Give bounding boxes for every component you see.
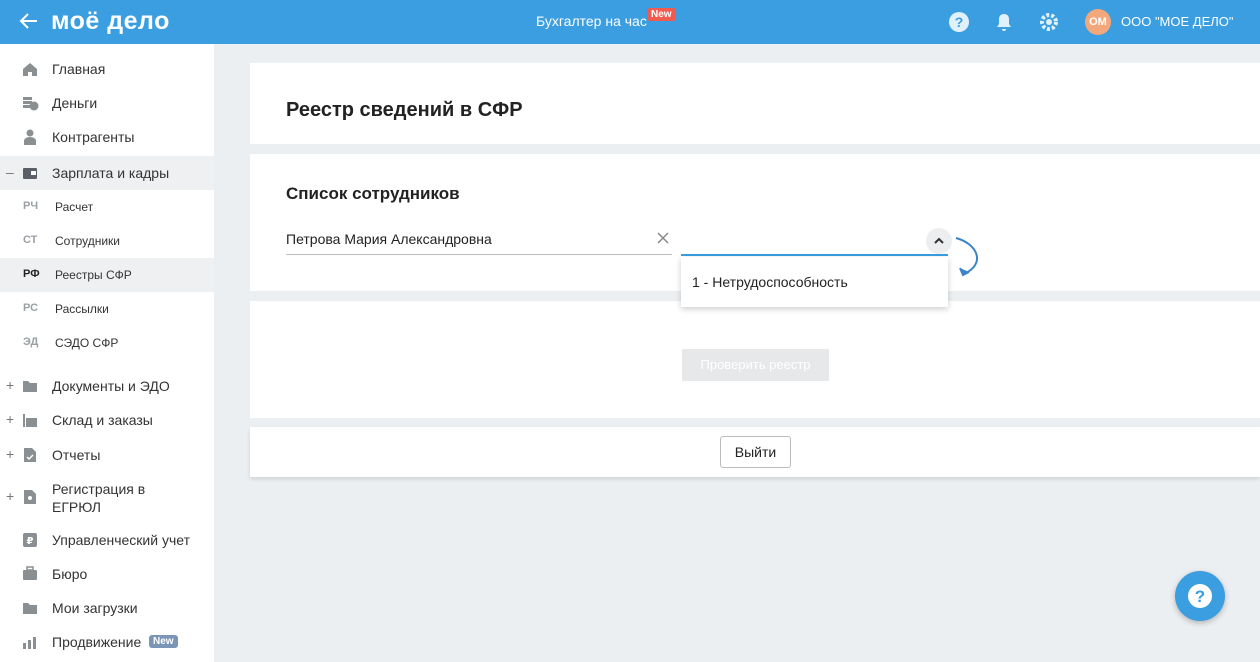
subitem-label: Сотрудники	[55, 234, 120, 248]
page-title: Реестр сведений в СФР	[286, 99, 523, 121]
new-badge: New	[149, 635, 178, 648]
exit-button[interactable]: Выйти	[720, 436, 791, 468]
sidebar-item-salary[interactable]: – Зарплата и кадры	[0, 156, 214, 190]
ruble-icon: ₽	[23, 533, 37, 547]
money-icon	[23, 97, 39, 111]
avatar[interactable]: ОМ	[1085, 9, 1111, 35]
sidebar-item-label: Главная	[52, 61, 106, 77]
subitem-abbr: СТ	[23, 234, 38, 246]
wallet-icon	[23, 168, 37, 179]
downloads-icon	[23, 603, 37, 614]
back-arrow-icon[interactable]	[17, 9, 41, 33]
company-name[interactable]: ООО "МОЕ ДЕЛО"	[1121, 14, 1234, 29]
subitem-abbr: РЧ	[23, 200, 39, 212]
sidebar-item-label: Мои загрузки	[52, 600, 138, 616]
logo[interactable]: моё дело	[51, 7, 170, 36]
sidebar-item-label: Зарплата и кадры	[52, 165, 170, 181]
svg-text:?: ?	[955, 14, 964, 30]
svg-text:₽: ₽	[27, 536, 34, 547]
employee-value: Петрова Мария Александровна	[286, 231, 492, 247]
sidebar-subitem-mailings[interactable]: РС Рассылки	[0, 292, 214, 326]
help-button[interactable]: ?	[1175, 571, 1225, 621]
section-title: Список сотрудников	[286, 184, 460, 203]
subitem-label: Реестры СФР	[55, 268, 132, 282]
report-icon	[24, 448, 36, 462]
promotion-icon	[23, 637, 36, 649]
curved-arrow-icon	[955, 237, 978, 277]
registration-icon	[24, 490, 36, 504]
sidebar-item-documents[interactable]: + Документы и ЭДО	[0, 369, 214, 403]
check-registry-button[interactable]: Проверить реестр	[682, 349, 829, 381]
dropdown-menu: 1 - Нетрудоспособность	[681, 257, 948, 307]
help-icon: ?	[1188, 584, 1212, 608]
expand-toggle[interactable]: +	[6, 488, 14, 504]
accountant-hourly-link[interactable]: Бухгалтер на час	[536, 13, 647, 29]
sidebar-item-label: Склад и заказы	[52, 412, 153, 428]
top-bar: моё дело Бухгалтер на час New ? ОМ ООО "…	[0, 0, 1260, 44]
contractors-icon	[24, 129, 36, 145]
sidebar-item-promotion[interactable]: Продвижение New	[0, 625, 214, 659]
svg-text:?: ?	[1195, 587, 1205, 606]
sidebar-item-label: Продвижение	[52, 634, 142, 650]
sidebar-item-contractors[interactable]: Контрагенты	[0, 120, 214, 154]
warehouse-icon	[23, 414, 37, 427]
sidebar-item-label: Контрагенты	[52, 129, 135, 145]
help-icon[interactable]: ?	[948, 11, 970, 33]
chevron-up-icon[interactable]	[926, 228, 952, 254]
sidebar-item-label: Управленческий учет	[52, 532, 190, 548]
sidebar-item-management[interactable]: ₽ Управленческий учет	[0, 523, 214, 557]
dropdown-option[interactable]: 1 - Нетрудоспособность	[692, 274, 848, 290]
gear-icon[interactable]	[1038, 11, 1060, 33]
sidebar-item-bureau[interactable]: Бюро	[0, 557, 214, 591]
sidebar-item-warehouse[interactable]: + Склад и заказы	[0, 403, 214, 437]
bell-icon[interactable]	[993, 11, 1015, 33]
sidebar-item-money[interactable]: Деньги	[0, 86, 214, 120]
briefcase-icon	[23, 566, 37, 580]
expand-toggle[interactable]: +	[6, 377, 14, 393]
subitem-label: Рассылки	[55, 302, 109, 316]
reason-select[interactable]	[681, 227, 948, 256]
folder-icon	[23, 381, 37, 392]
subitem-abbr: РФ	[23, 268, 40, 280]
expand-toggle[interactable]: +	[6, 446, 14, 462]
sidebar-item-label: Документы и ЭДО	[52, 378, 170, 394]
subitem-abbr: РС	[23, 302, 39, 314]
employee-field[interactable]: Петрова Мария Александровна	[286, 227, 672, 255]
subitem-label: Расчет	[55, 200, 94, 214]
sidebar-subitem-employees[interactable]: СТ Сотрудники	[0, 224, 214, 258]
new-badge: New	[647, 8, 676, 21]
sidebar-subitem-sedo[interactable]: ЭД СЭДО СФР	[0, 326, 214, 360]
sidebar-item-home[interactable]: Главная	[0, 52, 214, 86]
sidebar-subitem-sfr-registries[interactable]: РФ Реестры СФР	[0, 258, 214, 292]
sidebar-item-label: Деньги	[52, 95, 98, 111]
sidebar-item-label: Отчеты	[52, 447, 101, 463]
close-icon[interactable]	[656, 231, 670, 245]
sidebar-item-label: Регистрация в ЕГРЮЛ	[52, 481, 146, 515]
sidebar-item-label: Бюро	[52, 566, 88, 582]
sidebar: Главная Деньги Контрагенты – Зарплата и …	[0, 44, 214, 662]
subitem-abbr: ЭД	[23, 336, 39, 348]
collapse-toggle[interactable]: –	[6, 164, 14, 180]
expand-toggle[interactable]: +	[6, 411, 14, 427]
sidebar-item-downloads[interactable]: Мои загрузки	[0, 591, 214, 625]
sidebar-item-reports[interactable]: + Отчеты	[0, 438, 214, 472]
home-icon	[23, 63, 37, 76]
sidebar-subitem-calculation[interactable]: РЧ Расчет	[0, 190, 214, 224]
subitem-label: СЭДО СФР	[55, 336, 119, 350]
